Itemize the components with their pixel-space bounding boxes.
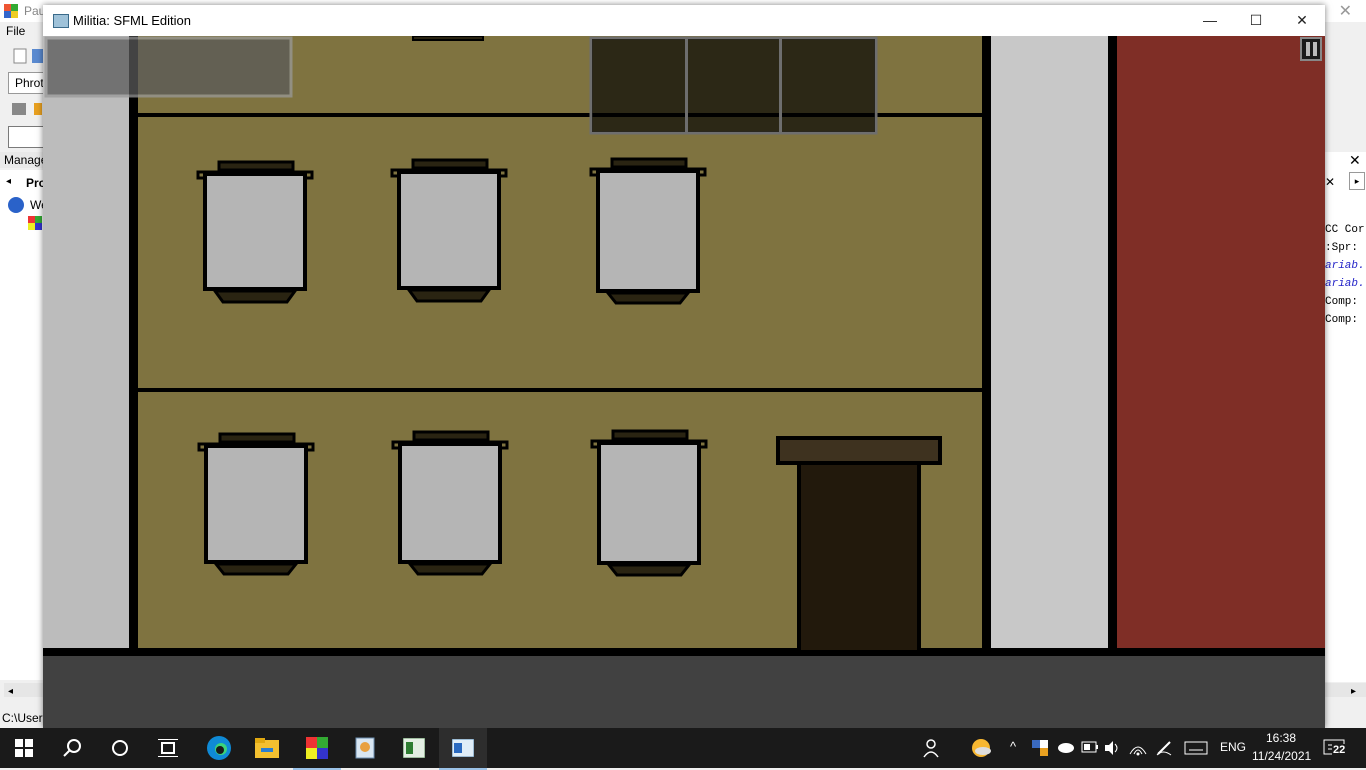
ide-left-hscroll[interactable]: ◂	[4, 683, 44, 697]
game-window-icon	[53, 14, 69, 28]
window-2-2	[391, 430, 509, 576]
building-left-border	[129, 36, 138, 656]
right-panel-tab-close-icon[interactable]: ✕	[1325, 175, 1335, 189]
windows-taskbar: ^ ENG 16:38 11/24/2021 22	[0, 728, 1366, 770]
minimize-button[interactable]: —	[1187, 5, 1233, 36]
notification-count-badge: 22	[1332, 744, 1347, 756]
pause-icon	[1300, 37, 1322, 61]
weather-icon[interactable]	[970, 737, 992, 762]
ide-toolbar-1	[4, 46, 44, 66]
game-canvas[interactable]	[43, 36, 1325, 728]
floor-line-middle	[129, 388, 987, 392]
code-line-5: Comp:	[1325, 296, 1359, 308]
window-1-2	[390, 158, 508, 303]
ide-toolbar-2	[8, 100, 44, 120]
hud-minimap	[44, 36, 293, 98]
codeblocks-taskbar-icon[interactable]	[293, 728, 341, 770]
building-door	[776, 436, 942, 654]
file-explorer-icon[interactable]	[243, 728, 291, 768]
upper-window-sill	[412, 36, 484, 41]
start-button[interactable]	[0, 728, 48, 768]
window-1-3	[589, 157, 707, 305]
project-icon	[28, 216, 42, 230]
language-indicator[interactable]: ENG	[1220, 740, 1246, 754]
game-window-title: Militia: SFML Edition	[73, 13, 191, 28]
hud-inventory-slots	[589, 36, 878, 135]
ide-status-path: C:\Users	[2, 711, 49, 725]
right-sidewalk	[991, 36, 1108, 648]
menu-file[interactable]: File	[6, 24, 25, 38]
code-line-3: ariab.	[1325, 260, 1365, 272]
ide-app-icon	[4, 4, 18, 18]
volume-icon[interactable]	[1103, 740, 1121, 759]
ide-close-icon[interactable]: ✕	[1339, 1, 1352, 21]
street	[43, 656, 1325, 728]
code-line-6: Comp:	[1325, 314, 1359, 326]
people-icon[interactable]	[922, 737, 944, 762]
ground-line	[43, 648, 1325, 656]
task-view-icon[interactable]	[144, 728, 192, 768]
cortana-icon[interactable]	[96, 728, 144, 768]
ide-right-panel: ✕ ▸ CC Cor :Spr: ariab. ariab. Comp: Com…	[1325, 152, 1366, 682]
right-panel-close-icon[interactable]: ✕	[1349, 152, 1361, 169]
militia-game-taskbar-icon[interactable]	[439, 728, 487, 770]
game-window: Militia: SFML Edition — ☐ ✕	[43, 5, 1325, 728]
right-panel-scroll-right-icon[interactable]: ▸	[1349, 172, 1365, 190]
clock-date[interactable]: 11/24/2021	[1252, 749, 1311, 763]
game-title-bar[interactable]: Militia: SFML Edition — ☐ ✕	[43, 5, 1325, 36]
notification-center-button[interactable]: 22	[1322, 738, 1350, 760]
window-1-1	[196, 160, 314, 304]
network-wifi-icon[interactable]	[1129, 740, 1147, 759]
workspace-icon	[8, 197, 24, 213]
ide-right-hscroll[interactable]: ▸	[1325, 683, 1366, 697]
tree-scroll-left-icon[interactable]: ◂	[6, 176, 11, 187]
tray-app-icon[interactable]	[1032, 740, 1048, 756]
ide-project-tree: ◂ Pro We	[0, 170, 48, 680]
window-2-3	[590, 429, 708, 577]
window-2-1	[197, 432, 315, 576]
edge-browser-icon[interactable]	[195, 728, 243, 768]
building-right-border	[982, 36, 991, 656]
code-line-2: :Spr:	[1325, 242, 1359, 254]
search-icon[interactable]	[48, 728, 96, 768]
paint-app-icon[interactable]	[341, 728, 389, 768]
windows-logo-icon	[15, 739, 33, 757]
red-building	[1117, 36, 1325, 648]
red-building-border	[1108, 36, 1117, 656]
ide-management-panel-title: Manage	[0, 152, 48, 168]
clock-time[interactable]: 16:38	[1266, 731, 1296, 745]
battery-icon[interactable]	[1081, 741, 1099, 756]
maximize-button[interactable]: ☐	[1233, 5, 1279, 36]
onedrive-cloud-icon[interactable]	[1056, 741, 1074, 756]
close-button[interactable]: ✕	[1279, 5, 1325, 36]
show-hidden-icons[interactable]: ^	[1010, 739, 1016, 754]
game-scene	[43, 36, 1325, 728]
left-sidewalk	[43, 36, 129, 648]
pen-workspace-icon[interactable]	[1155, 739, 1173, 760]
document-app-icon[interactable]	[390, 728, 438, 768]
code-line-1: CC Cor	[1325, 224, 1365, 236]
code-line-4: ariab.	[1325, 278, 1365, 290]
touch-keyboard-icon[interactable]	[1184, 741, 1208, 758]
